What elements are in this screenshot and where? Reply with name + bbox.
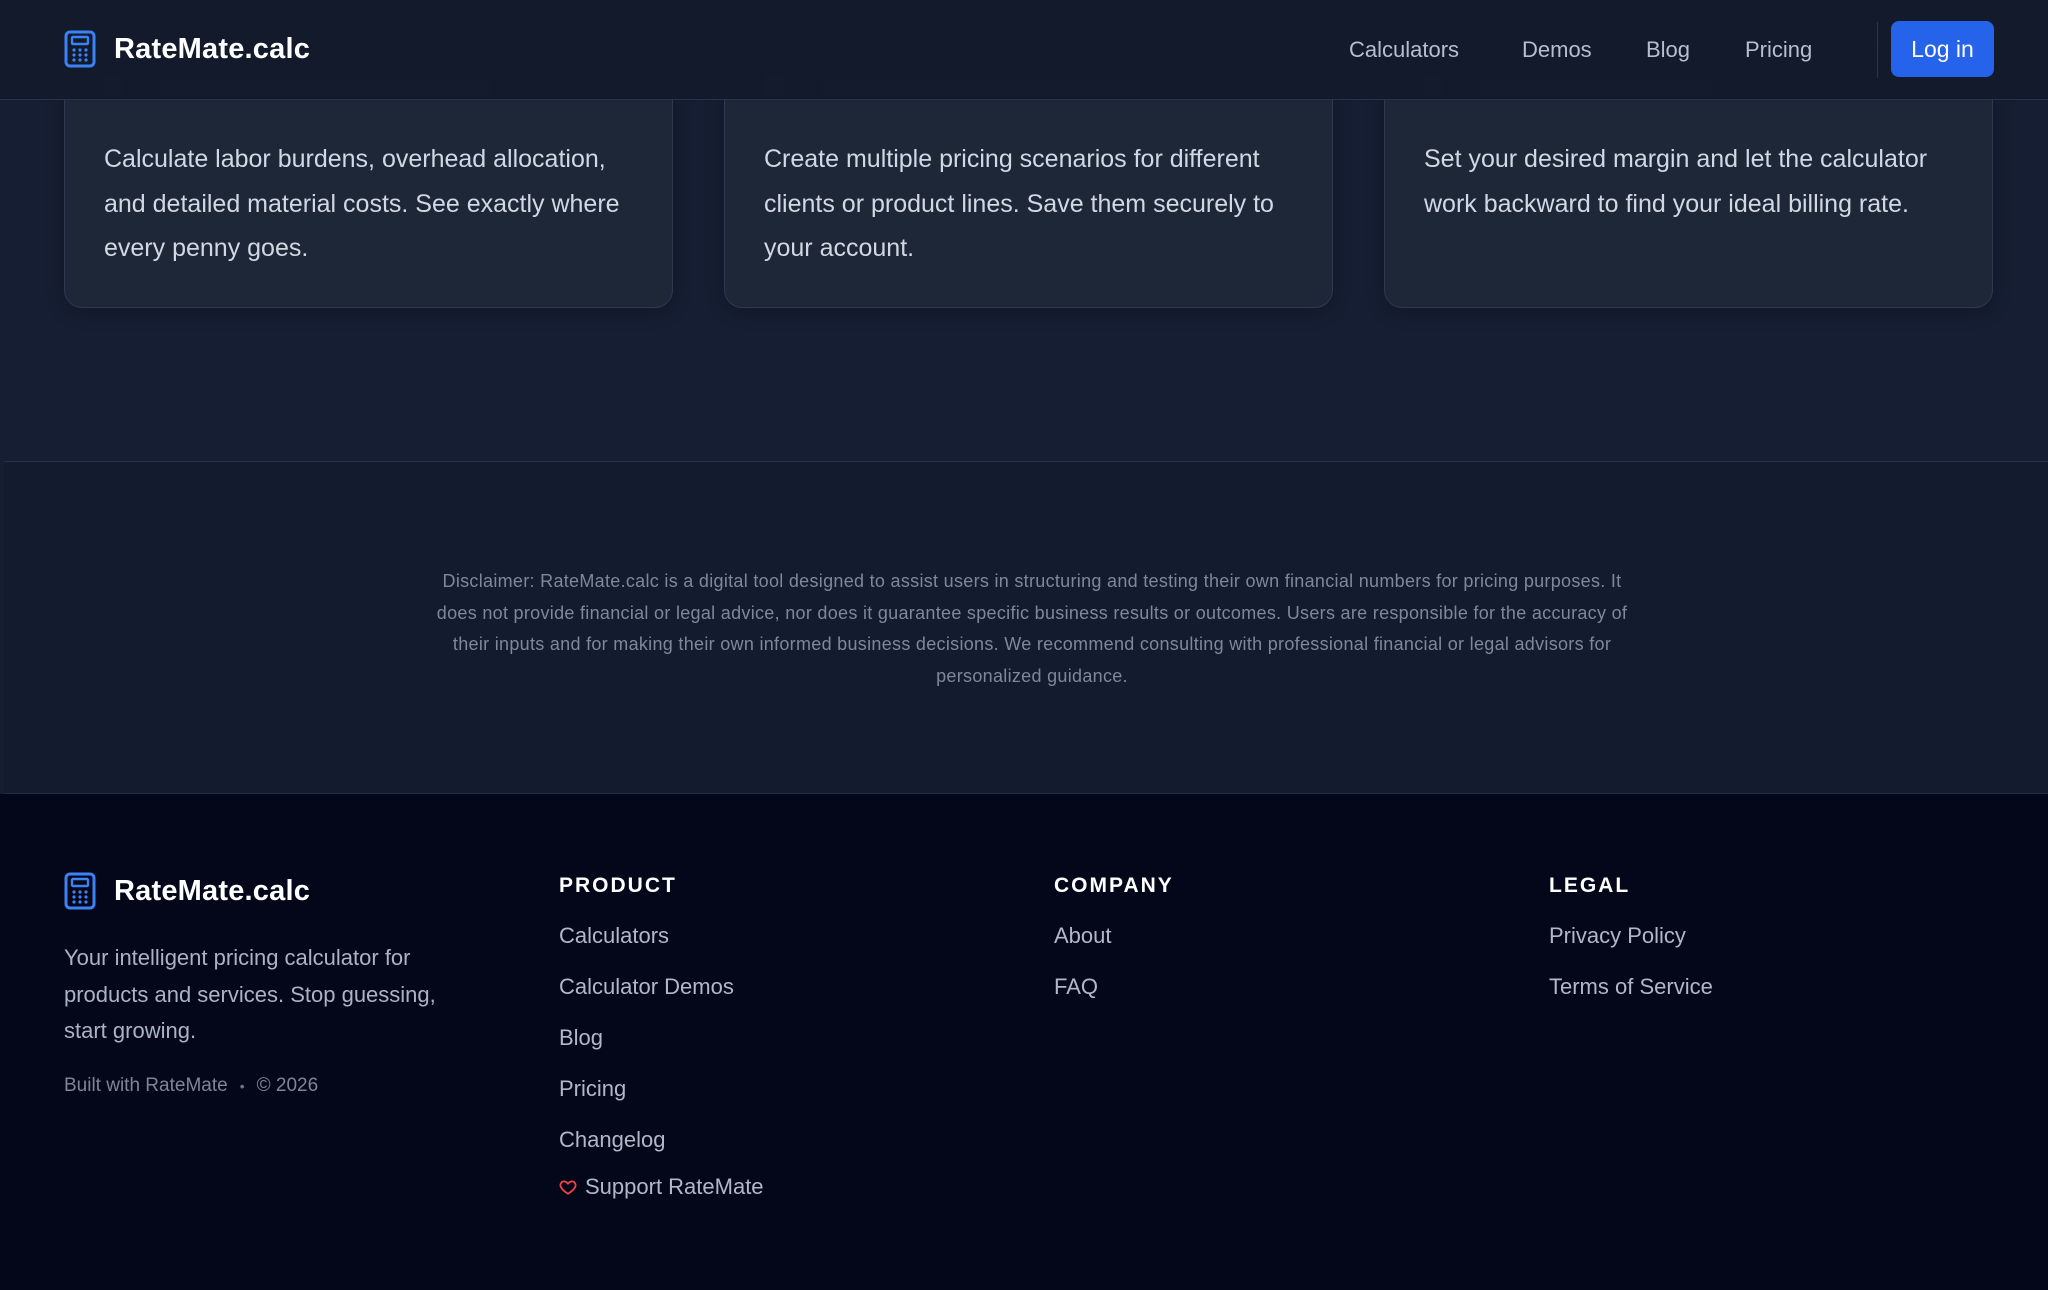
disclaimer-text: Disclaimer: RateMate.calc is a digital t…: [436, 571, 1628, 687]
built-with-text: Built with RateMate: [64, 1075, 228, 1096]
footer-column-title: LEGAL: [1549, 874, 1631, 897]
page: Calculate labor burdens, overhead alloca…: [0, 0, 2048, 1290]
footer-link-changelog[interactable]: Changelog: [559, 1125, 764, 1176]
footer-link-calculators[interactable]: Calculators: [559, 921, 764, 972]
footer-column-company: COMPANY About FAQ: [1054, 874, 1174, 1023]
footer-brand-link[interactable]: RateMate.calc: [64, 872, 310, 910]
copyright-text: © 2026: [256, 1075, 319, 1096]
nav-link-blog[interactable]: Blog: [1646, 37, 1690, 63]
footer-column-title: COMPANY: [1054, 874, 1174, 897]
calculator-icon: [64, 872, 96, 910]
footer-link-blog[interactable]: Blog: [559, 1023, 764, 1074]
footer-link-privacy-policy[interactable]: Privacy Policy: [1549, 921, 1713, 972]
separator-dot: •: [239, 1078, 245, 1094]
feature-description: Set your desired margin and let the calc…: [1424, 145, 1928, 218]
brand-name: RateMate.calc: [114, 32, 311, 65]
nav-link-pricing[interactable]: Pricing: [1745, 37, 1812, 63]
support-label: Support RateMate: [585, 1174, 764, 1199]
footer-brand-name: RateMate.calc: [114, 874, 311, 907]
login-button[interactable]: Log in: [1891, 21, 1994, 77]
footer-tagline: Your intelligent pricing calculator for …: [64, 945, 436, 1043]
footer-link-calculator-demos[interactable]: Calculator Demos: [559, 972, 764, 1023]
footer-column-legal: LEGAL Privacy Policy Terms of Service: [1549, 874, 1713, 1023]
footer-link-about[interactable]: About: [1054, 921, 1174, 972]
calculator-icon: [64, 30, 96, 68]
nav-divider: [1877, 22, 1878, 78]
feature-description: Create multiple pricing scenarios for di…: [764, 145, 1274, 262]
site-footer: RateMate.calc Your intelligent pricing c…: [0, 794, 2048, 1290]
disclaimer-section: Disclaimer: RateMate.calc is a digital t…: [4, 462, 2048, 794]
footer-link-terms-of-service[interactable]: Terms of Service: [1549, 972, 1713, 1023]
site-header: RateMate.calc Calculators Demos Blog Pri…: [0, 0, 2048, 100]
support-ratemate-link[interactable]: Support RateMate: [559, 1172, 764, 1202]
brand-logo-link[interactable]: RateMate.calc: [64, 30, 310, 68]
nav-link-calculators[interactable]: Calculators: [1349, 37, 1459, 63]
footer-link-pricing[interactable]: Pricing: [559, 1074, 764, 1125]
footer-column-product: PRODUCT Calculators Calculator Demos Blo…: [559, 874, 764, 1202]
nav-link-demos[interactable]: Demos: [1522, 37, 1592, 63]
footer-meta: Built with RateMate • © 2026: [64, 1075, 318, 1097]
footer-column-title: PRODUCT: [559, 874, 677, 897]
footer-link-faq[interactable]: FAQ: [1054, 972, 1174, 1023]
heart-icon: [559, 1180, 577, 1195]
feature-description: Calculate labor burdens, overhead alloca…: [104, 145, 620, 262]
